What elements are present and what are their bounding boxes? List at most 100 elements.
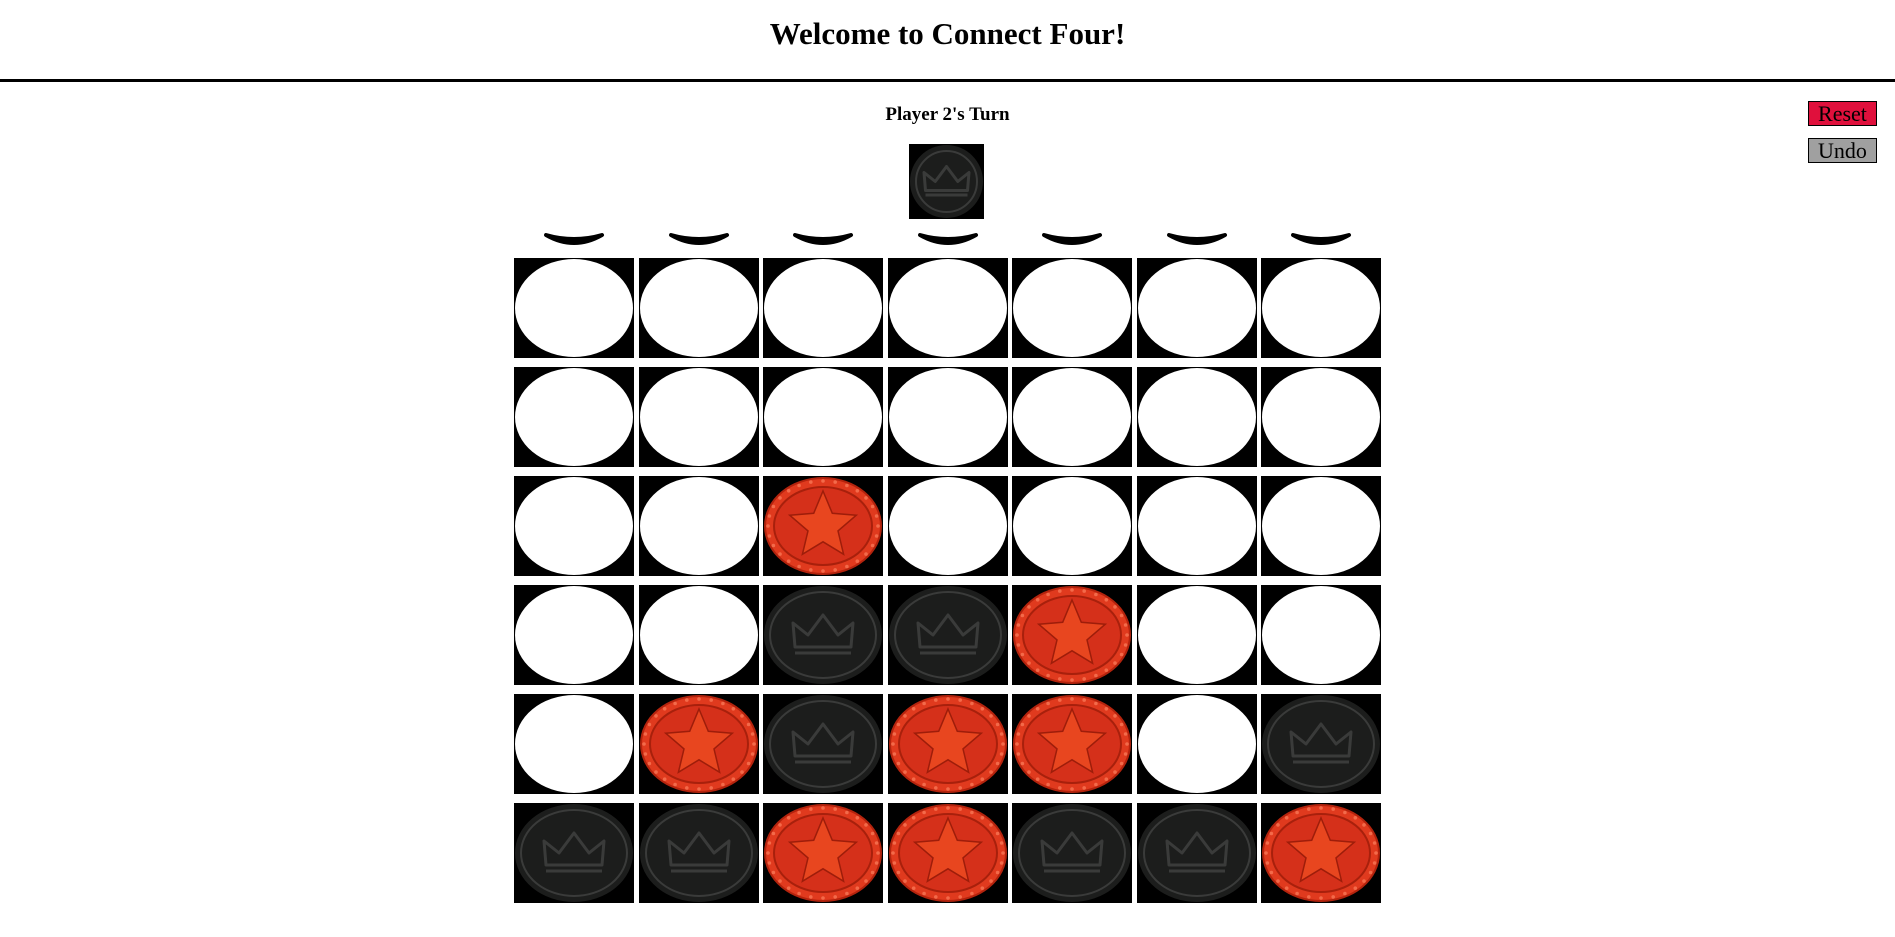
black-piece-icon <box>909 144 984 219</box>
board-cell-r6-c6[interactable] <box>1137 803 1257 903</box>
board-cell-r3-c3[interactable] <box>763 476 883 576</box>
black-piece-icon <box>514 803 634 903</box>
board-cell-r2-c6[interactable] <box>1137 367 1257 467</box>
board-cell-r1-c4[interactable] <box>888 258 1008 358</box>
board-cell-r3-c7[interactable] <box>1261 476 1381 576</box>
board-cell-r2-c2[interactable] <box>639 367 759 467</box>
board-cell-r1-c5[interactable] <box>1012 258 1132 358</box>
board-cell-r3-c4[interactable] <box>888 476 1008 576</box>
board-cell-r5-c6[interactable] <box>1137 694 1257 794</box>
empty-slot <box>1261 585 1381 685</box>
chevron-down-icon <box>1042 233 1102 245</box>
empty-slot <box>1012 367 1132 467</box>
board-cell-r3-c2[interactable] <box>639 476 759 576</box>
drop-column-7-button[interactable] <box>1261 227 1381 252</box>
drop-column-2-button[interactable] <box>639 227 759 252</box>
board-cell-r6-c7[interactable] <box>1261 803 1381 903</box>
empty-slot <box>1137 476 1257 576</box>
board-cell-r1-c3[interactable] <box>763 258 883 358</box>
empty-slot <box>639 476 759 576</box>
chevron-down-icon <box>544 233 604 245</box>
empty-slot <box>639 258 759 358</box>
board-cell-r5-c5[interactable] <box>1012 694 1132 794</box>
drop-column-5-button[interactable] <box>1012 227 1132 252</box>
drop-column-6-button[interactable] <box>1137 227 1257 252</box>
board-cell-r1-c2[interactable] <box>639 258 759 358</box>
red-piece-icon <box>763 803 883 903</box>
empty-slot <box>763 258 883 358</box>
empty-slot <box>1137 258 1257 358</box>
board-cell-r1-c6[interactable] <box>1137 258 1257 358</box>
black-piece-icon <box>1137 803 1257 903</box>
red-piece-icon <box>639 694 759 794</box>
red-piece-icon <box>888 803 1008 903</box>
black-piece-icon <box>639 803 759 903</box>
board-cell-r4-c3[interactable] <box>763 585 883 685</box>
drop-column-4-button[interactable] <box>888 227 1008 252</box>
undo-button[interactable]: Undo <box>1808 138 1877 163</box>
empty-slot <box>1261 367 1381 467</box>
board-cell-r2-c4[interactable] <box>888 367 1008 467</box>
empty-slot <box>514 367 634 467</box>
board-cell-r4-c1[interactable] <box>514 585 634 685</box>
empty-slot <box>888 367 1008 467</box>
chevron-down-icon <box>669 233 729 245</box>
empty-slot <box>1261 258 1381 358</box>
board-cell-r4-c5[interactable] <box>1012 585 1132 685</box>
empty-slot <box>514 476 634 576</box>
black-piece-icon <box>1012 803 1132 903</box>
board-cell-r3-c1[interactable] <box>514 476 634 576</box>
black-piece-icon <box>763 694 883 794</box>
board-cell-r1-c7[interactable] <box>1261 258 1381 358</box>
board-cell-r1-c1[interactable] <box>514 258 634 358</box>
board-cell-r2-c1[interactable] <box>514 367 634 467</box>
board-cell-r5-c2[interactable] <box>639 694 759 794</box>
drop-arrow-row <box>514 227 1379 252</box>
board-cell-r5-c1[interactable] <box>514 694 634 794</box>
red-piece-icon <box>1012 585 1132 685</box>
board-cell-r5-c7[interactable] <box>1261 694 1381 794</box>
chevron-down-icon <box>1291 233 1351 245</box>
board-cell-r4-c2[interactable] <box>639 585 759 685</box>
board-cell-r6-c3[interactable] <box>763 803 883 903</box>
board-cell-r4-c4[interactable] <box>888 585 1008 685</box>
page-title: Welcome to Connect Four! <box>769 16 1126 51</box>
red-piece-icon <box>1012 694 1132 794</box>
board-cell-r2-c3[interactable] <box>763 367 883 467</box>
board-cell-r3-c6[interactable] <box>1137 476 1257 576</box>
header-divider <box>0 79 1895 82</box>
empty-slot <box>1012 476 1132 576</box>
board-cell-r4-c6[interactable] <box>1137 585 1257 685</box>
black-piece-icon <box>1261 694 1381 794</box>
board-cell-r5-c4[interactable] <box>888 694 1008 794</box>
board-cell-r6-c4[interactable] <box>888 803 1008 903</box>
connect-four-page: Welcome to Connect Four! Player 2's Turn… <box>0 0 1895 937</box>
empty-slot <box>639 367 759 467</box>
empty-slot <box>888 476 1008 576</box>
board-cell-r6-c1[interactable] <box>514 803 634 903</box>
empty-slot <box>1137 585 1257 685</box>
chevron-down-icon <box>1167 233 1227 245</box>
empty-slot <box>1137 367 1257 467</box>
board-cell-r3-c5[interactable] <box>1012 476 1132 576</box>
board-cell-r5-c3[interactable] <box>763 694 883 794</box>
red-piece-icon <box>888 694 1008 794</box>
empty-slot <box>888 258 1008 358</box>
black-piece-icon <box>763 585 883 685</box>
board-cell-r2-c5[interactable] <box>1012 367 1132 467</box>
board-cell-r4-c7[interactable] <box>1261 585 1381 685</box>
board-cell-r6-c2[interactable] <box>639 803 759 903</box>
red-piece-icon <box>763 476 883 576</box>
reset-button[interactable]: Reset <box>1808 101 1877 126</box>
drop-column-3-button[interactable] <box>763 227 883 252</box>
board-cell-r6-c5[interactable] <box>1012 803 1132 903</box>
chevron-down-icon <box>793 233 853 245</box>
empty-slot <box>639 585 759 685</box>
board-cell-r2-c7[interactable] <box>1261 367 1381 467</box>
chevron-down-icon <box>918 233 978 245</box>
empty-slot <box>1012 258 1132 358</box>
black-piece-icon <box>888 585 1008 685</box>
empty-slot <box>763 367 883 467</box>
empty-slot <box>1261 476 1381 576</box>
drop-column-1-button[interactable] <box>514 227 634 252</box>
